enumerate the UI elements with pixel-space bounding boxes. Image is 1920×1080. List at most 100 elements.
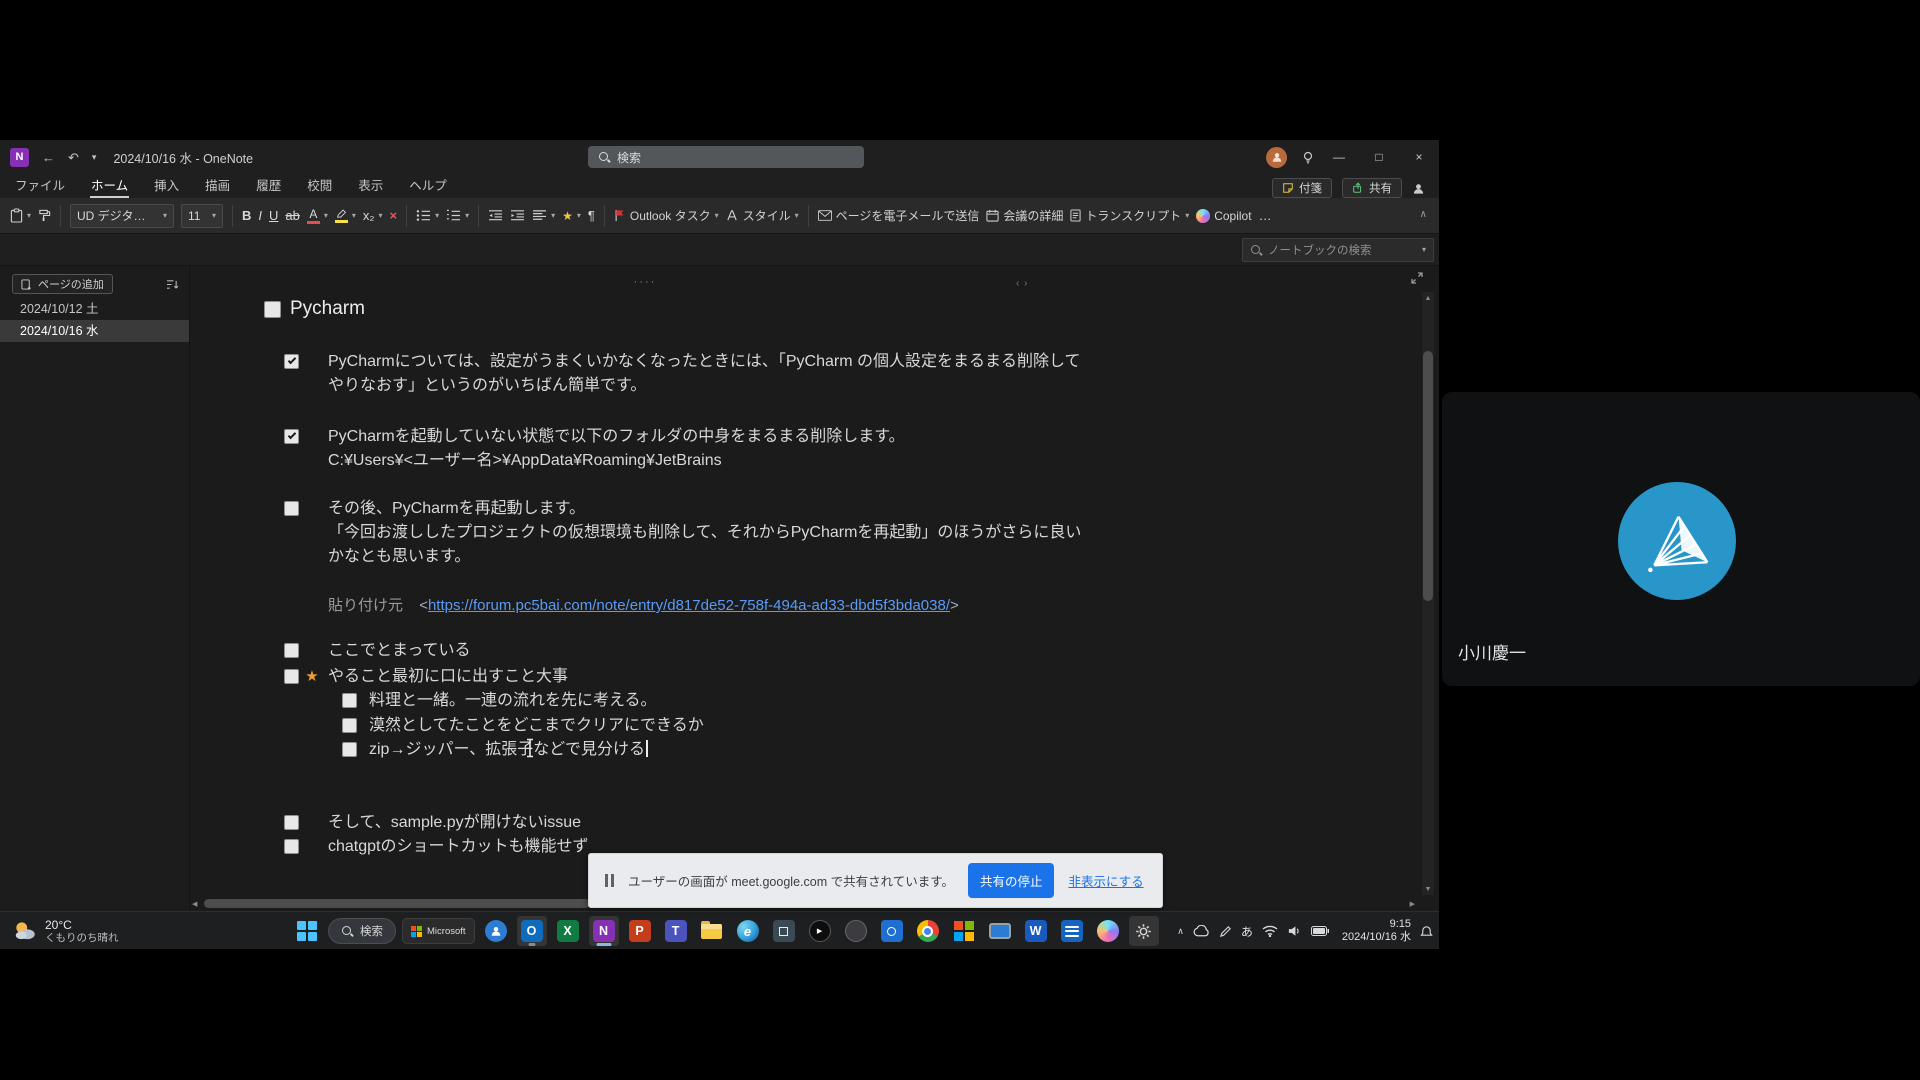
pen-icon[interactable] [1219, 925, 1232, 938]
note-text-line[interactable]: やりなおす」というのがいちばん簡単です。 [328, 374, 1081, 398]
onedrive-cloud-icon[interactable] [1193, 925, 1210, 937]
microsoft-window-button[interactable]: Microsoft [402, 918, 475, 944]
tab-home[interactable]: ホーム [90, 173, 129, 198]
tab-draw[interactable]: 描画 [204, 173, 231, 198]
email-page-button[interactable]: ページを電子メールで送信 [818, 207, 980, 224]
media-player-icon[interactable]: ▶ [805, 916, 835, 946]
wifi-icon[interactable] [1262, 925, 1278, 937]
transcript-button[interactable]: トランスクリプト ▾ [1070, 207, 1189, 224]
settings-icon[interactable] [1129, 916, 1159, 946]
pinned-app-icon[interactable] [1057, 916, 1087, 946]
taskbar-clock[interactable]: 9:15 2024/10/16 水 [1342, 918, 1411, 945]
back-icon[interactable]: ← [42, 151, 55, 164]
start-button[interactable] [292, 916, 322, 946]
stop-sharing-button[interactable]: 共有の停止 [968, 863, 1055, 898]
pinned-app-icon[interactable] [877, 916, 907, 946]
add-page-button[interactable]: ページの追加 [12, 274, 113, 294]
file-explorer-icon[interactable] [697, 916, 727, 946]
feed-button[interactable]: 付箋 [1272, 178, 1332, 198]
weather-widget[interactable]: 20°C くもりのち晴れ [6, 916, 125, 946]
copilot-button[interactable]: Copilot [1196, 209, 1251, 223]
clear-formatting-button[interactable]: × [389, 209, 397, 222]
font-name-select[interactable]: UD デジタル 教 ▾ [70, 204, 174, 228]
bullet-list-button[interactable]: ▾ [416, 209, 439, 222]
strikethrough-button[interactable]: ab [285, 209, 299, 222]
todo-checkbox[interactable] [284, 669, 299, 684]
note-text-line[interactable]: その後、PyCharmを再起動します。 [328, 497, 1081, 521]
numbered-list-button[interactable]: ▾ [446, 209, 469, 222]
page-list-item-selected[interactable]: 2024/10/16 水 [0, 320, 189, 342]
todo-checkbox[interactable] [264, 301, 281, 318]
tab-file[interactable]: ファイル [14, 173, 66, 198]
todo-checkbox[interactable] [284, 815, 299, 830]
note-canvas[interactable]: ···· ‹ › Pycharm PyCharmについては、設定がうまくいかなく… [190, 266, 1439, 911]
todo-checkbox-checked[interactable] [284, 429, 299, 444]
note-text-line[interactable]: 漠然としてたことをどこまでクリアにできるか [369, 714, 704, 738]
quick-access-more-icon[interactable]: ▾ [92, 153, 97, 162]
todo-checkbox[interactable] [342, 693, 357, 708]
note-text-line[interactable]: PyCharmを起動していない状態で以下のフォルダの中身をまるまる削除します。 [328, 425, 905, 449]
presence-person-icon[interactable] [1412, 182, 1425, 195]
note-text-line[interactable]: ここでとまっている [328, 639, 471, 663]
remote-desktop-icon[interactable] [985, 916, 1015, 946]
tell-me-lightbulb-icon[interactable] [1301, 150, 1315, 164]
ime-indicator[interactable]: あ [1241, 923, 1253, 940]
taskbar-search-input[interactable]: 検索 [328, 918, 396, 944]
paragraph-marks-button[interactable]: ¶ [588, 209, 595, 222]
volume-icon[interactable] [1287, 925, 1302, 937]
todo-checkbox[interactable] [342, 742, 357, 757]
note-text-line[interactable]: 「今回お渡ししたプロジェクトの仮想環境も削除して、それからPyCharmを再起動… [328, 521, 1081, 545]
note-text-line[interactable]: zip→ジッパー、拡張子などで見分ける [369, 738, 648, 762]
underline-button[interactable]: U [269, 209, 278, 222]
horizontal-scrollbar-thumb[interactable] [204, 899, 590, 908]
format-painter-button[interactable] [38, 209, 51, 222]
onenote-taskbar-icon[interactable]: N [589, 916, 619, 946]
paste-button[interactable]: ▾ [10, 208, 31, 223]
close-button[interactable]: × [1399, 140, 1439, 174]
note-heading[interactable]: Pycharm [290, 296, 365, 322]
note-text[interactable]: zip→ジッパー、拡張子などで見分ける [369, 741, 645, 758]
tag-button[interactable]: ★ ▾ [562, 209, 581, 223]
tray-chevron-icon[interactable]: ∧ [1177, 926, 1184, 937]
sort-pages-button[interactable] [166, 279, 179, 290]
font-color-button[interactable]: A ▾ [307, 208, 328, 224]
people-icon[interactable] [481, 916, 511, 946]
office-icon[interactable] [949, 916, 979, 946]
alignment-button[interactable]: ▾ [532, 209, 555, 222]
hide-bar-link[interactable]: 非表示にする [1068, 871, 1143, 890]
copilot-icon[interactable] [1093, 916, 1123, 946]
page-width-handle-icon[interactable]: ‹ › [1016, 278, 1028, 289]
note-text-line[interactable]: そして、sample.pyが開けないissue [328, 811, 581, 835]
pinned-app-icon[interactable] [841, 916, 871, 946]
note-text-line[interactable]: PyCharmについては、設定がうまくいかなくなったときには、「PyCharm … [328, 350, 1081, 374]
page-drag-handle-icon[interactable]: ···· [590, 276, 700, 288]
powerpoint-icon[interactable]: P [625, 916, 655, 946]
scroll-down-icon[interactable]: ▼ [1422, 883, 1434, 895]
share-button[interactable]: 共有 [1342, 178, 1402, 198]
note-text-line[interactable]: かなとも思います。 [328, 545, 1081, 569]
page-list-item[interactable]: 2024/10/12 土 [0, 298, 189, 320]
decrease-indent-button[interactable] [488, 209, 503, 222]
expand-icon[interactable] [1411, 272, 1423, 284]
italic-button[interactable]: I [258, 209, 262, 222]
tab-view[interactable]: 表示 [357, 173, 384, 198]
note-text-line[interactable]: やること最初に口に出すこと大事 [328, 665, 568, 689]
maximize-button[interactable]: □ [1359, 140, 1399, 174]
titlebar-search-input[interactable]: 検索 [588, 146, 864, 168]
meeting-details-button[interactable]: 会議の詳細 [986, 207, 1063, 224]
subscript-button[interactable]: x₂ ▾ [363, 209, 383, 222]
edge-icon[interactable]: e [733, 916, 763, 946]
tab-insert[interactable]: 挿入 [153, 173, 180, 198]
tab-review[interactable]: 校閲 [306, 173, 333, 198]
teams-icon[interactable]: T [661, 916, 691, 946]
bold-button[interactable]: B [242, 209, 251, 222]
account-avatar[interactable] [1266, 147, 1287, 168]
battery-icon[interactable] [1311, 926, 1329, 936]
scroll-right-icon[interactable]: ▶ [1410, 900, 1415, 908]
tab-help[interactable]: ヘルプ [408, 173, 448, 198]
scroll-left-icon[interactable]: ◀ [192, 900, 197, 908]
todo-checkbox-checked[interactable] [284, 354, 299, 369]
more-options-button[interactable]: … [1259, 209, 1272, 222]
note-text-line[interactable]: 料理と一緒。一連の流れを先に考える。 [369, 689, 657, 713]
notebook-search-input[interactable]: ノートブックの検索 ▾ [1242, 238, 1434, 262]
